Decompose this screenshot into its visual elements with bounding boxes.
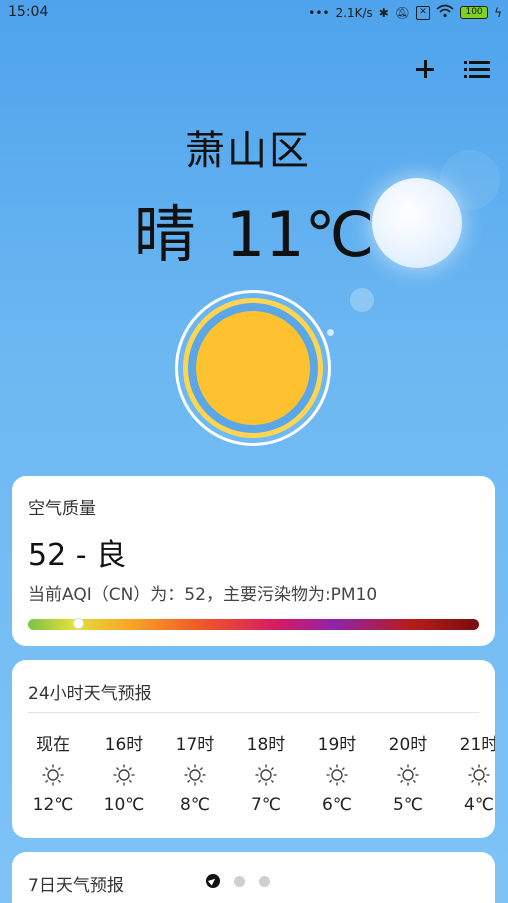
sun-icon	[175, 290, 331, 446]
status-icons: ••• 2.1K/s ✱ 🔕︎ ✕ 100 ϟ	[308, 4, 502, 21]
current-weather: 晴 11℃	[0, 184, 508, 274]
page-dot[interactable]	[234, 875, 245, 887]
hourly-forecast-card[interactable]: 24小时天气预报 现在 12℃ 16时 10℃ 17时 8℃ 18时 7℃ 19时 6℃ 20时 5℃…	[12, 660, 495, 838]
hourly-item: 16时 10℃	[94, 730, 154, 815]
mute-icon: 🔕︎	[394, 5, 411, 20]
close-box-icon: ✕	[416, 5, 431, 20]
hour-label: 20时	[388, 735, 428, 755]
hour-temperature: 12℃	[32, 795, 74, 815]
hourly-row[interactable]: 现在 12℃ 16时 10℃ 17时 8℃ 18时 7℃ 19时 6℃ 20时 5℃ 21时 4℃	[12, 660, 495, 838]
air-quality-title: 空气质量	[28, 499, 96, 519]
hour-label: 17时	[175, 735, 215, 755]
signal-dots-icon: •••	[308, 5, 330, 20]
hour-label: 21时	[459, 735, 495, 755]
menu-list-icon[interactable]	[464, 60, 490, 78]
hour-label: 现在	[36, 735, 70, 755]
air-quality-card[interactable]: 空气质量 52 - 良 当前AQI（CN）为：52，主要污染物为:PM10	[12, 476, 495, 646]
page-dot[interactable]	[259, 875, 270, 887]
sunny-icon	[42, 764, 64, 786]
status-time: 15:04	[8, 4, 49, 20]
bluetooth-icon: ✱	[378, 5, 389, 20]
sunny-icon	[113, 764, 135, 786]
hour-temperature: 4℃	[464, 795, 494, 815]
hour-temperature: 8℃	[180, 795, 210, 815]
sunny-icon	[326, 764, 348, 786]
hourly-item: 20时 5℃	[378, 730, 438, 815]
battery-icon: 100	[460, 6, 489, 19]
hour-label: 19时	[317, 735, 357, 755]
aqi-description: 当前AQI（CN）为：52，主要污染物为:PM10	[28, 585, 378, 605]
current-condition: 晴	[133, 198, 196, 271]
aqi-marker	[72, 618, 84, 629]
sunny-icon	[468, 764, 490, 786]
background-dot-small	[327, 329, 334, 336]
aqi-value: 52 - 良	[28, 538, 127, 573]
add-icon[interactable]	[414, 58, 436, 80]
hourly-item: 17时 8℃	[165, 730, 225, 815]
sunny-icon	[184, 764, 206, 786]
hour-label: 18时	[246, 735, 286, 755]
network-speed: 2.1K/s	[335, 5, 373, 20]
district-name: 萧山区	[185, 128, 311, 174]
weekly-forecast-card[interactable]: 7日天气预报	[12, 852, 495, 903]
hour-temperature: 6℃	[322, 795, 352, 815]
current-temperature: 11℃	[225, 198, 375, 271]
location-arrow-icon[interactable]	[206, 874, 220, 888]
hour-temperature: 10℃	[103, 795, 145, 815]
hour-temperature: 5℃	[393, 795, 423, 815]
hour-temperature: 7℃	[251, 795, 281, 815]
weekly-forecast-title: 7日天气预报	[28, 876, 124, 896]
sunny-icon	[397, 764, 419, 786]
wifi-icon	[436, 4, 454, 21]
hourly-item: 21时 4℃	[449, 730, 495, 815]
sunny-icon	[255, 764, 277, 786]
hour-label: 16时	[104, 735, 144, 755]
header-actions	[414, 58, 490, 80]
status-bar: 15:04 ••• 2.1K/s ✱ 🔕︎ ✕ 100 ϟ	[0, 0, 508, 26]
page-indicator[interactable]	[206, 874, 270, 888]
hourly-item: 现在 12℃	[23, 730, 83, 815]
aqi-scale-bar	[28, 618, 479, 630]
hourly-item: 19时 6℃	[307, 730, 367, 815]
hourly-item: 18时 7℃	[236, 730, 296, 815]
charging-icon: ϟ	[494, 5, 502, 20]
background-dot	[350, 288, 374, 312]
